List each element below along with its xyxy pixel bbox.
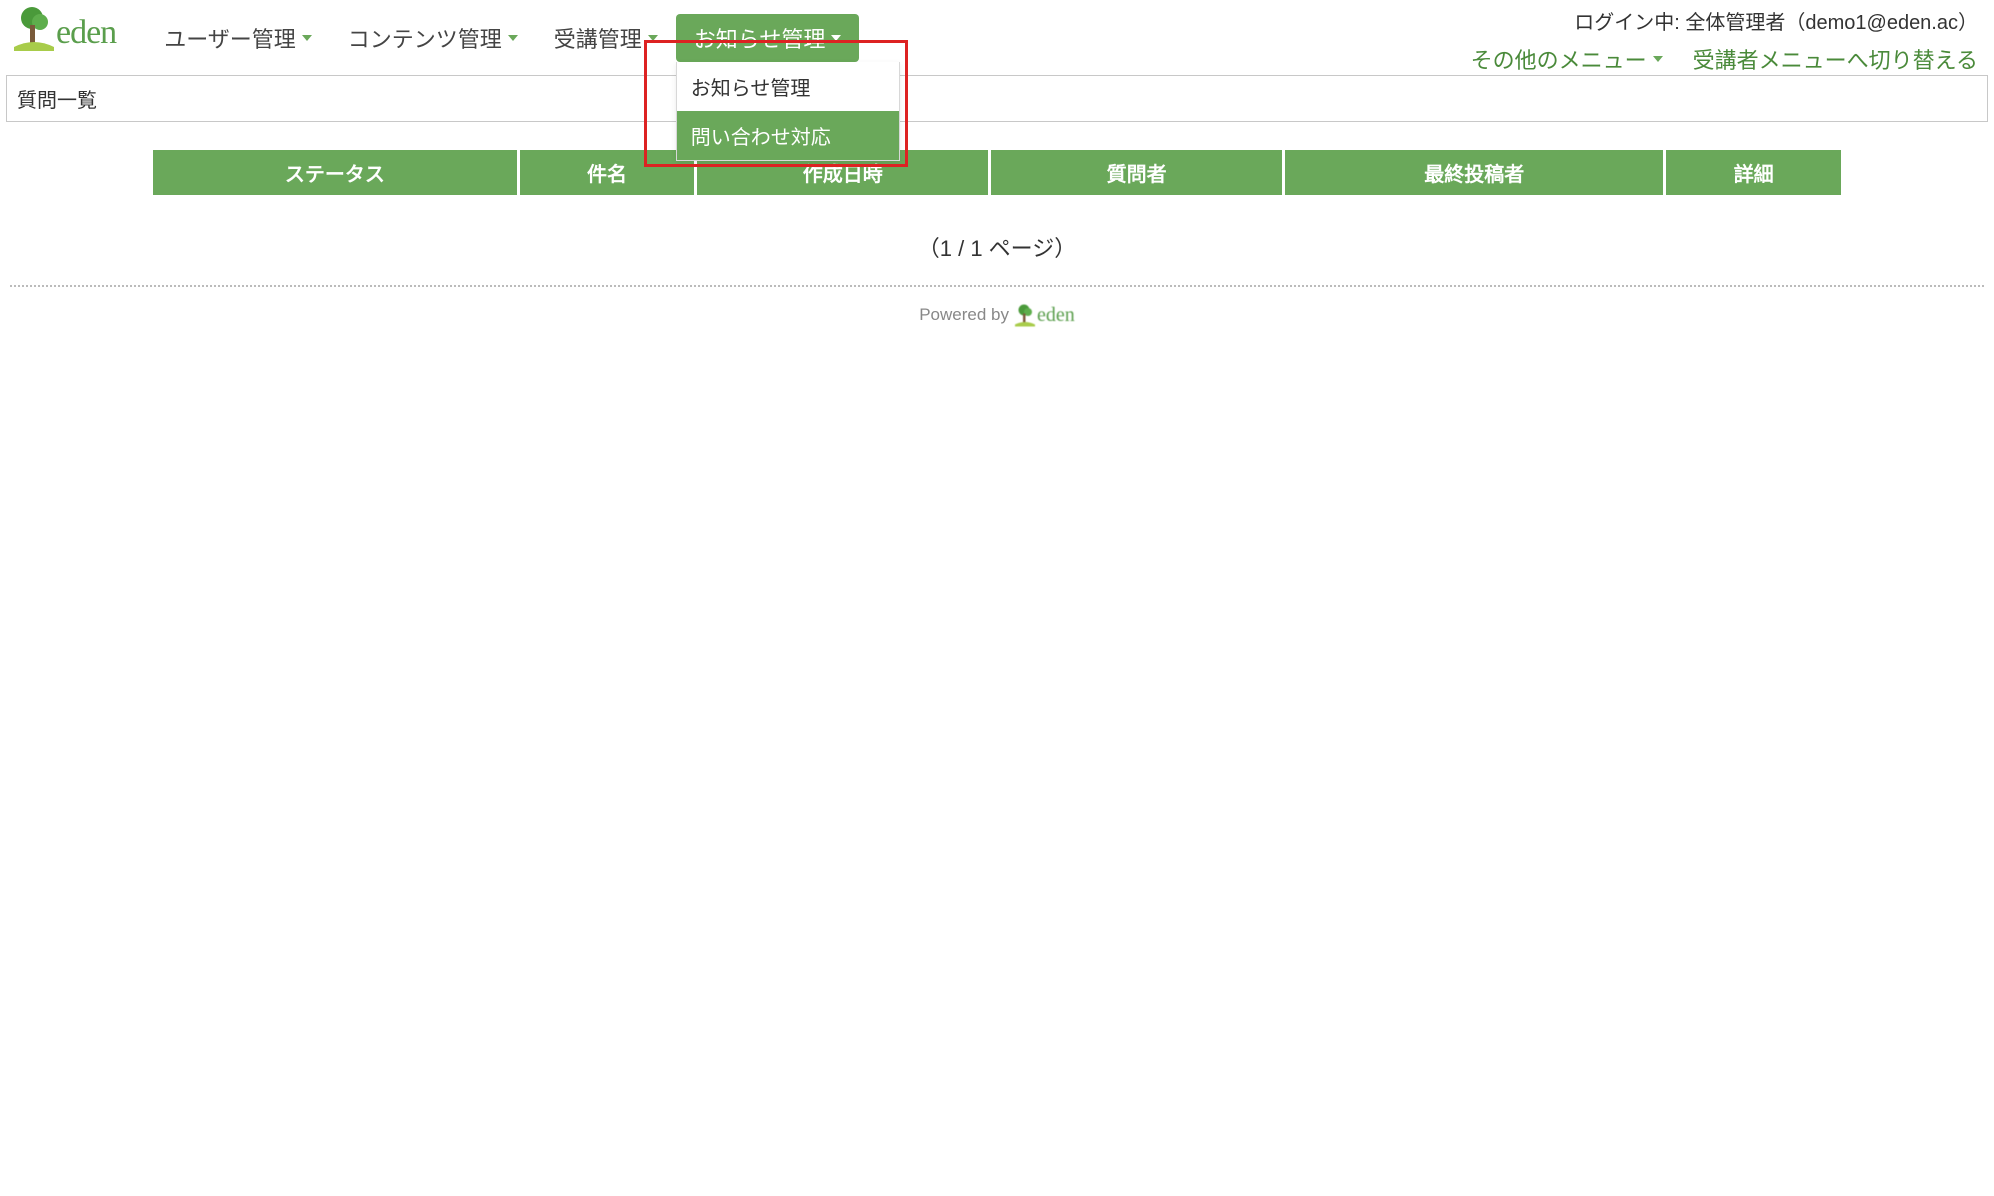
dropdown-item-label: お知らせ管理 (691, 78, 811, 100)
nav-notice-management[interactable]: お知らせ管理 お知らせ管理 問い合わせ対応 (676, 14, 860, 62)
nav-attendance-management[interactable]: 受講管理 (536, 14, 676, 62)
th-asker: 質問者 (991, 150, 1282, 195)
footer-brand-text: eden (1037, 304, 1075, 327)
dropdown-item-inquiry-handling[interactable]: 問い合わせ対応 (677, 111, 899, 160)
header-right-links: その他のメニュー 受講者メニューへ切り替える (1471, 43, 1978, 75)
chevron-down-icon (508, 35, 518, 41)
th-last-poster: 最終投稿者 (1285, 150, 1663, 195)
nav-label: ユーザー管理 (164, 22, 296, 54)
chevron-down-icon (302, 35, 312, 41)
table-header-row: ステータス 件名 作成日時 質問者 最終投稿者 詳細 (153, 150, 1841, 195)
tree-icon (14, 5, 54, 51)
th-status: ステータス (153, 150, 517, 195)
chevron-down-icon (831, 35, 841, 41)
footer-divider (10, 285, 1984, 287)
footer: Powered by eden (0, 297, 1994, 347)
tree-icon (1015, 303, 1035, 327)
th-detail: 詳細 (1666, 150, 1841, 195)
dropdown-item-notice-management[interactable]: お知らせ管理 (677, 62, 899, 111)
logo[interactable]: eden (10, 0, 124, 52)
powered-by-label: Powered by (919, 305, 1009, 325)
footer-logo: eden (1015, 303, 1075, 327)
page-title: 質問一覧 (6, 75, 1988, 122)
nav-label: お知らせ管理 (694, 22, 826, 54)
nav-user-management[interactable]: ユーザー管理 (146, 14, 330, 62)
main-nav: ユーザー管理 コンテンツ管理 受講管理 お知らせ管理 お知らせ管理 問い合わせ対… (146, 14, 859, 62)
header: eden ユーザー管理 コンテンツ管理 受講管理 お知らせ管理 お知らせ管理 問… (0, 0, 1994, 75)
switch-to-learner-link[interactable]: 受講者メニューへ切り替える (1693, 43, 1978, 75)
nav-other-menu[interactable]: その他のメニュー (1471, 43, 1663, 75)
th-subject: 件名 (520, 150, 695, 195)
logo-text: eden (56, 14, 116, 52)
chevron-down-icon (1653, 56, 1663, 62)
pagination: （1 / 1 ページ） (150, 231, 1844, 263)
dropdown-menu: お知らせ管理 問い合わせ対応 (676, 62, 900, 161)
link-label: 受講者メニューへ切り替える (1693, 43, 1978, 75)
login-status: ログイン中: 全体管理者（demo1@eden.ac） (1574, 6, 1978, 35)
chevron-down-icon (648, 35, 658, 41)
content-area: ステータス 件名 作成日時 質問者 最終投稿者 詳細 （1 / 1 ページ） (0, 122, 1994, 263)
nav-label: 受講管理 (554, 22, 642, 54)
dropdown-item-label: 問い合わせ対応 (691, 127, 831, 149)
nav-label: コンテンツ管理 (348, 22, 502, 54)
header-right: ログイン中: 全体管理者（demo1@eden.ac） その他のメニュー 受講者… (1471, 0, 1984, 75)
questions-table: ステータス 件名 作成日時 質問者 最終投稿者 詳細 (150, 150, 1844, 195)
nav-content-management[interactable]: コンテンツ管理 (330, 14, 536, 62)
nav-label: その他のメニュー (1471, 43, 1647, 75)
